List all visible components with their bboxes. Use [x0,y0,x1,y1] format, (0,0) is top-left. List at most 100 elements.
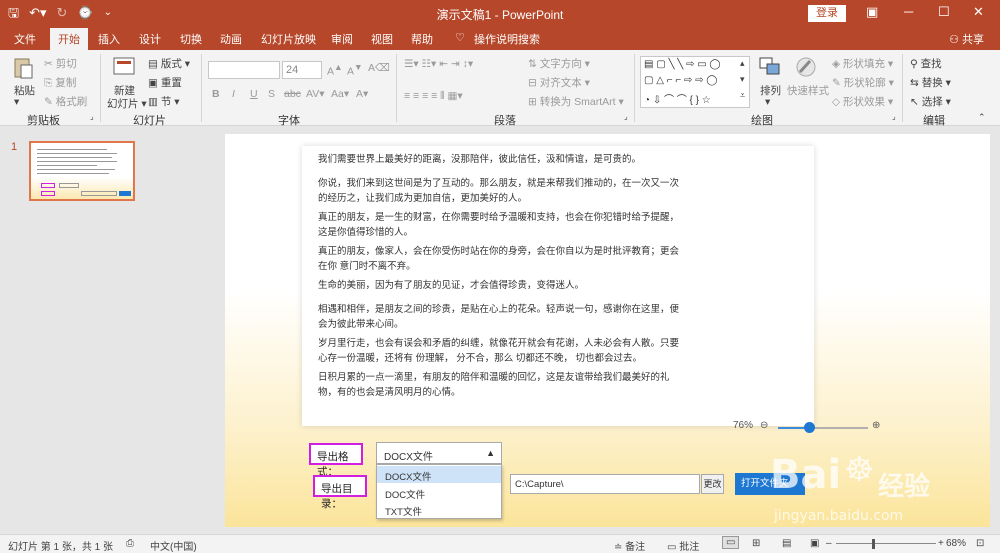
tab-file[interactable]: 文件 [14,31,36,47]
slideshow-icon[interactable]: ▣ [810,538,819,549]
option-txt[interactable]: TXT文件 [377,501,501,518]
shape-effects-button[interactable]: ◇ 形状效果 ▾ [832,94,893,109]
new-slide-label-2[interactable]: 幻灯片 ▾ [107,96,147,111]
maximize-icon[interactable]: ☐ [938,4,950,20]
new-slide-icon[interactable] [112,56,136,78]
shape-outline-button[interactable]: ✎ 形状轮廓 ▾ [832,75,894,90]
tab-help[interactable]: 帮助 [411,31,433,47]
collapse-ribbon-icon[interactable]: ⌃ [978,112,986,123]
spelling-icon[interactable]: ⎙ [126,538,134,549]
reading-view-icon[interactable]: ▤ [782,538,791,549]
tab-insert[interactable]: 插入 [98,31,120,47]
find-button[interactable]: ⚲ 查找 [910,56,942,71]
zoom-slider-thumb[interactable] [872,539,875,549]
tab-design[interactable]: 设计 [139,31,161,47]
shadow-icon[interactable]: S [268,88,275,100]
paragraph-launcher-icon[interactable]: ⌟ [624,112,628,121]
tab-review[interactable]: 审阅 [331,31,353,47]
tab-slideshow[interactable]: 幻灯片放映 [261,31,316,47]
export-dir-input[interactable]: C:\Capture\ [510,474,700,494]
zoom-out-icon[interactable]: ⊖ [760,420,768,431]
slide-thumbnail[interactable] [29,141,135,201]
ribbon-display-options-icon[interactable]: ▣ [866,4,878,20]
text-direction-button[interactable]: ⇅ 文字方向 ▾ [528,56,590,71]
replace-button[interactable]: ⇆ 替换 ▾ [910,75,951,90]
shape-fill-button[interactable]: ◈ 形状填充 ▾ [832,56,893,71]
arrange-icon[interactable] [758,56,782,78]
tab-transitions[interactable]: 切换 [180,31,202,47]
doc-paragraph: 你说，我们来到这世间是为了互动的。那么朋友，就是来帮我们推动的，在一次又一次的经… [318,178,680,204]
change-dir-button[interactable]: 更改 [701,474,724,494]
smartart-button[interactable]: ⊞ 转换为 SmartArt ▾ [528,94,624,109]
notes-button[interactable]: ≐ 备注 [614,538,645,553]
slide-sorter-icon[interactable]: ⊞ [752,538,760,549]
arrange-dropdown-icon[interactable]: ▾ [765,96,770,108]
fit-slide-icon[interactable]: ⊡ [976,538,984,549]
paste-icon[interactable] [12,56,36,79]
brush-icon: ✎ [44,96,56,108]
zoom-level[interactable]: 68% [946,538,966,549]
align-text-button[interactable]: ⊟ 对齐文本 ▾ [528,75,590,90]
tell-me-search[interactable]: 操作说明搜索 [474,31,540,47]
section-button[interactable]: ▥ 节 ▾ [148,94,180,109]
bullets-icon[interactable]: ☰▾ ☷▾ ⇤ ⇥ ↕▾ [404,58,473,70]
paste-dropdown-icon[interactable]: ▾ [14,96,19,108]
italic-icon[interactable]: I [232,88,235,100]
gallery-more-icon[interactable]: ⩡ [740,90,745,101]
zoom-minus-icon[interactable]: – [826,538,832,549]
zoom-in-icon[interactable]: ⊕ [872,420,880,431]
font-size-box[interactable]: 24 [282,61,322,79]
strikethrough-icon[interactable]: abc [284,88,301,100]
shape-row-1[interactable]: ▤ ▢ ╲ ╲ ⇨ ▭ ◯ [644,59,721,70]
decrease-font-icon[interactable]: A▼ [347,62,363,78]
tab-home[interactable]: 开始 [50,28,88,50]
bold-icon[interactable]: B [212,88,220,100]
gallery-scroll-down-icon[interactable]: ▾ [740,74,745,85]
dropdown-arrow-icon[interactable]: ▲ [486,448,495,458]
align-icons[interactable]: ≡ ≡ ≡ ≡ ⫴ ▦▾ [404,90,463,103]
open-folder-button[interactable]: 打开文件夹 [735,473,805,495]
option-docx[interactable]: DOCX文件 [377,466,501,483]
font-name-box[interactable] [208,61,280,79]
option-doc[interactable]: DOC文件 [377,484,501,501]
language-indicator[interactable]: 中文(中国) [150,538,197,553]
format-painter-button[interactable]: ✎ 格式刷 [44,94,87,109]
ribbon: 粘贴 ▾ ✂ 剪切 ⎘ 复制 ✎ 格式刷 剪贴板 ⌟ 新建 幻灯片 ▾ ▤ 版式… [0,50,1000,127]
underline-icon[interactable]: U [250,88,258,100]
zoom-slider[interactable] [836,543,936,544]
minimize-icon[interactable]: ─ [904,4,913,19]
preview-zoom-slider[interactable] [778,427,868,429]
shapes-gallery[interactable]: ▤ ▢ ╲ ╲ ⇨ ▭ ◯ ▢ △ ⌐ ⌐ ⇨ ⇨ ◯ ◔ ⇩ ⌒ ⌒ { } … [640,56,750,108]
quick-styles-icon[interactable] [794,56,818,78]
shape-row-2[interactable]: ▢ △ ⌐ ⌐ ⇨ ⇨ ◯ [644,75,717,86]
change-case-icon[interactable]: Aa▾ [331,88,349,100]
quick-styles-button[interactable]: 快速样式 [787,83,829,98]
gallery-scroll-up-icon[interactable]: ▴ [740,58,745,69]
char-spacing-icon[interactable]: AV▾ [306,88,325,100]
clear-formatting-icon[interactable]: A⌫ [368,62,390,74]
window-title: 演示文稿1 - PowerPoint [436,8,564,22]
arrange-button[interactable]: 排列 [760,83,781,98]
login-button[interactable]: 登录 [808,5,846,22]
font-color-icon[interactable]: A▾ [356,88,368,100]
copy-button[interactable]: ⎘ 复制 [44,75,76,90]
tab-view[interactable]: 视图 [371,31,393,47]
zoom-plus-icon[interactable]: + [938,538,944,549]
tab-animations[interactable]: 动画 [220,31,242,47]
comments-button[interactable]: ▭ 批注 [667,538,699,553]
drawing-launcher-icon[interactable]: ⌟ [892,112,896,121]
select-button[interactable]: ↖ 选择 ▾ [910,94,951,109]
cut-button[interactable]: ✂ 剪切 [44,56,77,71]
shape-row-3[interactable]: ◔ ⇩ ⌒ ⌒ { } ☆ [644,91,711,106]
export-format-select[interactable]: DOCX文件 ▲ [376,442,502,464]
reset-button[interactable]: ▣ 重置 [148,75,182,90]
export-format-label: 导出格式： [309,443,363,478]
increase-font-icon[interactable]: A▲ [327,62,343,78]
share-button[interactable]: ⚇ 共享 [949,31,984,47]
normal-view-icon[interactable]: ▭ [722,536,740,549]
clipboard-launcher-icon[interactable]: ⌟ [90,112,94,121]
slide-canvas[interactable]: 我们需要世界上最美好的距离，没那陪伴，彼此信任，汲和情谊，是可贵的。 你说，我们… [225,134,990,527]
zoom-slider-knob[interactable] [804,422,815,433]
close-icon[interactable]: ✕ [973,4,984,20]
layout-button[interactable]: ▤ 版式 ▾ [148,56,190,71]
